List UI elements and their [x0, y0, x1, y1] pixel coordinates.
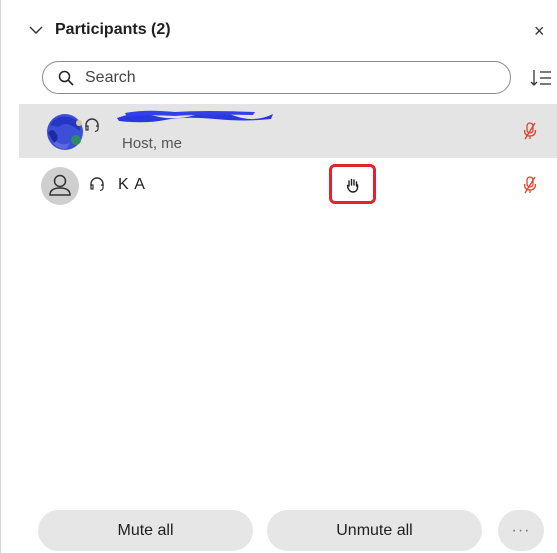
participant-role: Host, me: [122, 135, 183, 152]
chevron-down-icon[interactable]: [29, 25, 43, 35]
close-icon[interactable]: ×: [534, 22, 545, 40]
raised-hand-icon[interactable]: [345, 177, 361, 193]
more-options-button[interactable]: ···: [498, 510, 544, 551]
unmute-all-button[interactable]: Unmute all: [267, 510, 482, 551]
avatar: [47, 114, 83, 150]
headset-icon: [85, 118, 99, 133]
search-input[interactable]: [85, 65, 495, 91]
participant-row[interactable]: K A: [19, 160, 557, 210]
redacted-name: [117, 110, 273, 123]
participant-row-host[interactable]: Host, me: [19, 104, 557, 158]
participant-name: K A: [118, 176, 146, 193]
search-box[interactable]: [42, 61, 511, 94]
search-icon: [58, 70, 74, 86]
mute-all-button[interactable]: Mute all: [38, 510, 253, 551]
headset-icon: [90, 177, 104, 192]
mic-muted-icon[interactable]: [523, 122, 537, 140]
sort-list-icon[interactable]: [530, 68, 552, 88]
panel-header: Participants (2) ×: [1, 0, 557, 56]
raised-hand-highlight: [329, 164, 376, 204]
person-icon: [49, 174, 71, 196]
panel-footer: Mute all Unmute all ···: [1, 510, 557, 553]
avatar: [41, 167, 79, 205]
participants-panel: Participants (2) × Search Host, me K A M…: [0, 0, 557, 553]
panel-title: Participants (2): [55, 21, 171, 38]
mic-muted-icon[interactable]: [523, 176, 537, 194]
